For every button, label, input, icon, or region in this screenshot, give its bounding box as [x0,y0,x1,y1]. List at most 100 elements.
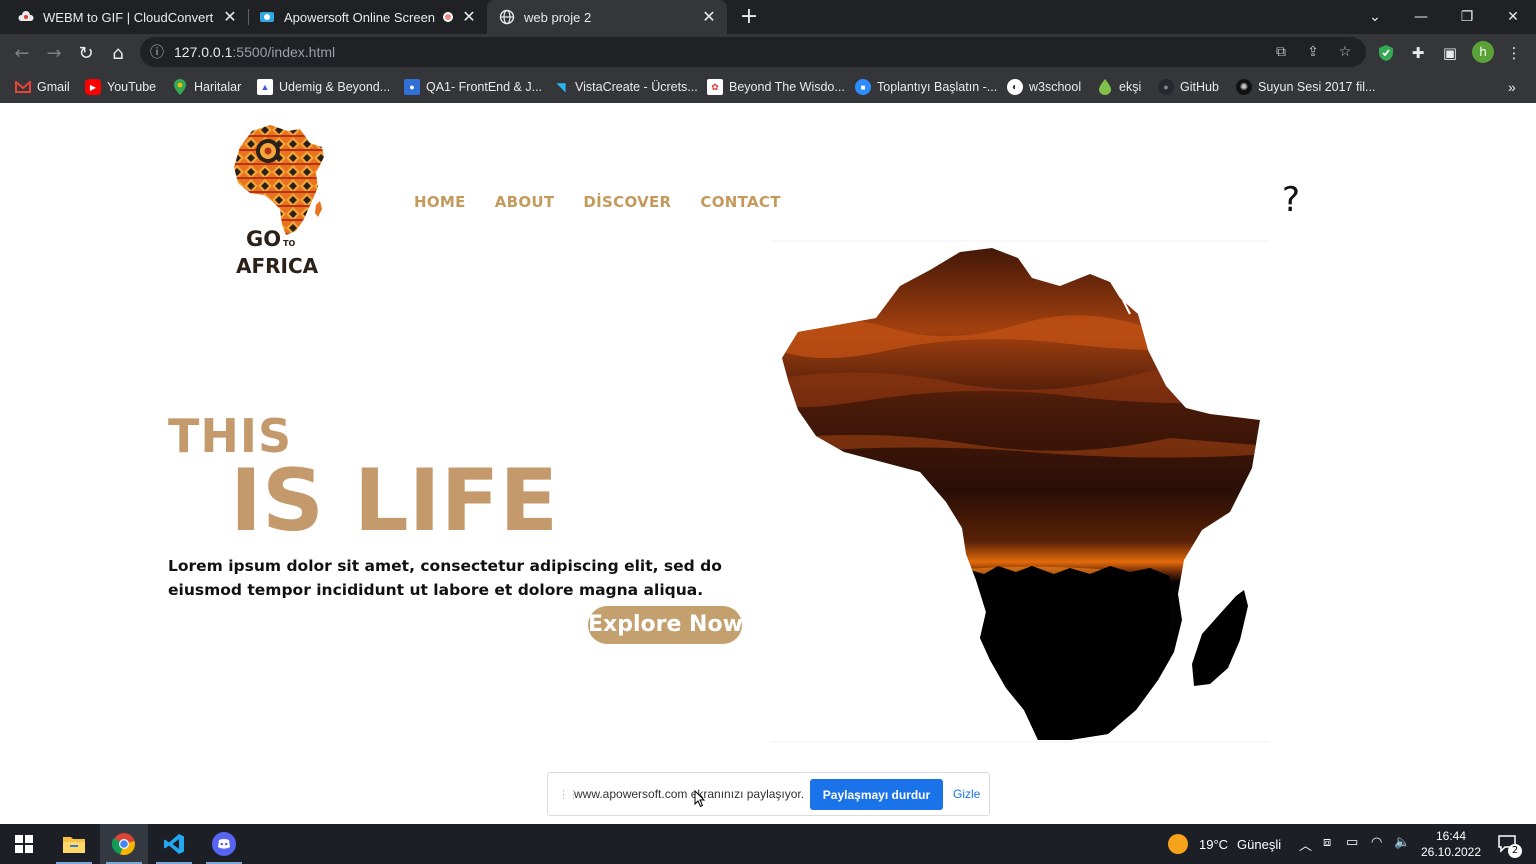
bookmarks-bar: Gmail ▶ YouTube Haritalar ▲ Udemig & Bey… [0,71,1536,104]
bookmark-label: VistaCreate - Ücrets... [575,80,698,94]
bookmark-gmail[interactable]: Gmail [15,77,70,97]
hide-link[interactable]: Gizle [953,787,980,801]
share-icon[interactable]: ⇪ [1304,43,1322,61]
windows-taskbar: 19°C Güneşli ︿ ⧈ ▭ ◠ 🔈 16:44 26.10.2022 … [0,824,1536,864]
logo-wordmark: GO TO AFRICA [236,228,330,279]
help-icon[interactable]: ? [1282,180,1300,220]
bookmark-zoom[interactable]: ■ Toplantıyı Başlatın -... [855,77,997,97]
close-tab-icon[interactable]: ✕ [220,7,240,27]
logo-to-text: TO [283,239,296,248]
more-bookmarks-icon[interactable]: » [1508,77,1516,97]
vistacreate-icon: ◥ [556,80,566,94]
bookmark-qa1[interactable]: ● QA1- FrontEnd & J... [404,77,542,97]
bookmark-udemig[interactable]: ▲ Udemig & Beyond... [257,77,390,97]
bookmark-vistacreate[interactable]: ◥ VistaCreate - Ücrets... [553,77,698,97]
stop-sharing-button[interactable]: Paylaşmayı durdur [810,779,943,810]
bookmark-label: GitHub [1180,80,1219,94]
vscode-icon[interactable] [150,824,198,864]
explore-now-button[interactable]: Explore Now [588,606,742,644]
browser-toolbar: ← → ↻ ⌂ ⓘ 127.0.0.1:5500/index.html ⧉ ⇪ … [0,34,1536,71]
hero-title-line2: IS LIFE [230,451,559,551]
tab-web-proje[interactable]: web proje 2 ✕ [487,0,727,34]
gmail-icon [15,79,31,95]
close-tab-icon[interactable]: ✕ [459,7,479,27]
side-panel-icon[interactable]: ▣ [1439,42,1461,64]
nav-contact[interactable]: CONTACT [700,193,780,211]
weather-desc: Güneşli [1237,836,1282,852]
restore-button[interactable]: ❐ [1444,0,1490,34]
new-tab-button[interactable]: + [738,4,760,30]
minimize-button[interactable]: — [1398,0,1444,34]
tab-search-icon[interactable]: ⌄ [1352,0,1398,34]
bookmark-suyun-sesi[interactable]: ✺ Suyun Sesi 2017 fil... [1236,77,1375,97]
go-to-africa-logo[interactable]: GO TO AFRICA [230,123,330,278]
clock-date: 26.10.2022 [1420,845,1482,859]
cloudconvert-icon [18,9,34,25]
web-page: GO TO AFRICA HOME ABOUT DİSCOVER CONTACT … [0,103,1536,824]
url-host: 127.0.0.1 [174,44,233,60]
classroom-icon: ● [404,79,420,95]
bookmark-youtube[interactable]: ▶ YouTube [85,77,156,97]
logo-africa-text: AFRICA [236,254,319,278]
nav-home[interactable]: HOME [414,193,466,211]
url-path: :5500/index.html [232,44,336,60]
bookmark-label: Gmail [37,80,70,94]
profile-avatar[interactable]: h [1472,41,1494,63]
youtube-icon: ▶ [85,79,101,95]
chrome-icon[interactable] [100,824,148,864]
nav-discover[interactable]: DİSCOVER [583,193,671,211]
tab-cloudconvert[interactable]: WEBM to GIF | CloudConvert ✕ [0,0,248,34]
maps-pin-icon [172,79,188,95]
sun-icon [1168,834,1188,854]
info-icon[interactable]: ⓘ [148,43,166,61]
weather-widget[interactable]: 19°C Güneşli [1168,834,1281,854]
back-button[interactable]: ← [8,39,36,67]
discord-icon[interactable] [200,824,248,864]
translate-icon[interactable]: ⧉ [1272,43,1290,61]
wifi-icon[interactable]: ◠ [1371,835,1382,850]
address-bar[interactable]: ⓘ 127.0.0.1:5500/index.html ⧉ ⇪ ☆ [140,37,1366,67]
close-tab-icon[interactable]: ✕ [699,7,719,27]
page-icon: ▲ [257,79,273,95]
github-icon: ● [1158,79,1174,95]
volume-icon[interactable]: 🔈 [1394,835,1410,850]
file-explorer-icon[interactable] [50,824,98,864]
nav-about[interactable]: ABOUT [495,193,555,211]
page-icon: ✿ [707,79,723,95]
bookmark-github[interactable]: ● GitHub [1158,77,1219,97]
bookmark-w3school[interactable]: ◐ w3school [1007,77,1081,97]
logo-go-text: GO [246,227,282,251]
tab-apowersoft[interactable]: Apowersoft Online Screen Re ✕ [249,0,487,34]
weather-temp: 19°C [1199,836,1229,852]
bookmark-label: Beyond The Wisdo... [729,80,845,94]
screen-share-notification: ⋮⋮ www.apowersoft.com ekranınızı paylaşı… [547,772,990,816]
globe-icon [499,9,515,25]
reload-button[interactable]: ↻ [72,39,100,67]
bookmark-beyond-wisdom[interactable]: ✿ Beyond The Wisdo... [707,77,845,97]
close-window-button[interactable]: ✕ [1490,0,1536,34]
extensions-puzzle-icon[interactable]: ✚ [1407,42,1429,64]
forward-button[interactable]: → [40,39,68,67]
bookmark-star-icon[interactable]: ☆ [1336,43,1354,61]
home-button[interactable]: ⌂ [104,39,132,67]
bookmark-label: Haritalar [194,80,242,94]
share-status-text: www.apowersoft.com ekranınızı paylaşıyor… [574,787,805,801]
menu-icon[interactable]: ⋮ [1503,42,1525,64]
notifications-icon[interactable]: 2 [1484,824,1532,864]
clock[interactable]: 16:44 26.10.2022 [1418,828,1484,860]
windows-start-icon[interactable] [0,824,48,864]
bookmark-eksi[interactable]: ekşi [1097,77,1141,97]
chevron-up-icon[interactable]: ︿ [1299,835,1312,854]
apowersoft-icon [259,9,275,25]
eksi-drop-icon [1097,79,1113,95]
url-text[interactable]: 127.0.0.1:5500/index.html [174,44,335,60]
shield-extension-icon[interactable] [1375,42,1397,64]
bookmark-label: Toplantıyı Başlatın -... [877,80,998,94]
bookmark-label: Udemig & Beyond... [279,80,391,94]
bookmark-label: Suyun Sesi 2017 fil... [1258,80,1376,94]
film-icon: ✺ [1236,79,1252,95]
meet-now-icon[interactable]: ⧈ [1323,835,1331,850]
bookmark-haritalar[interactable]: Haritalar [172,77,241,97]
battery-icon[interactable]: ▭ [1346,835,1358,850]
clock-time: 16:44 [1435,829,1467,843]
